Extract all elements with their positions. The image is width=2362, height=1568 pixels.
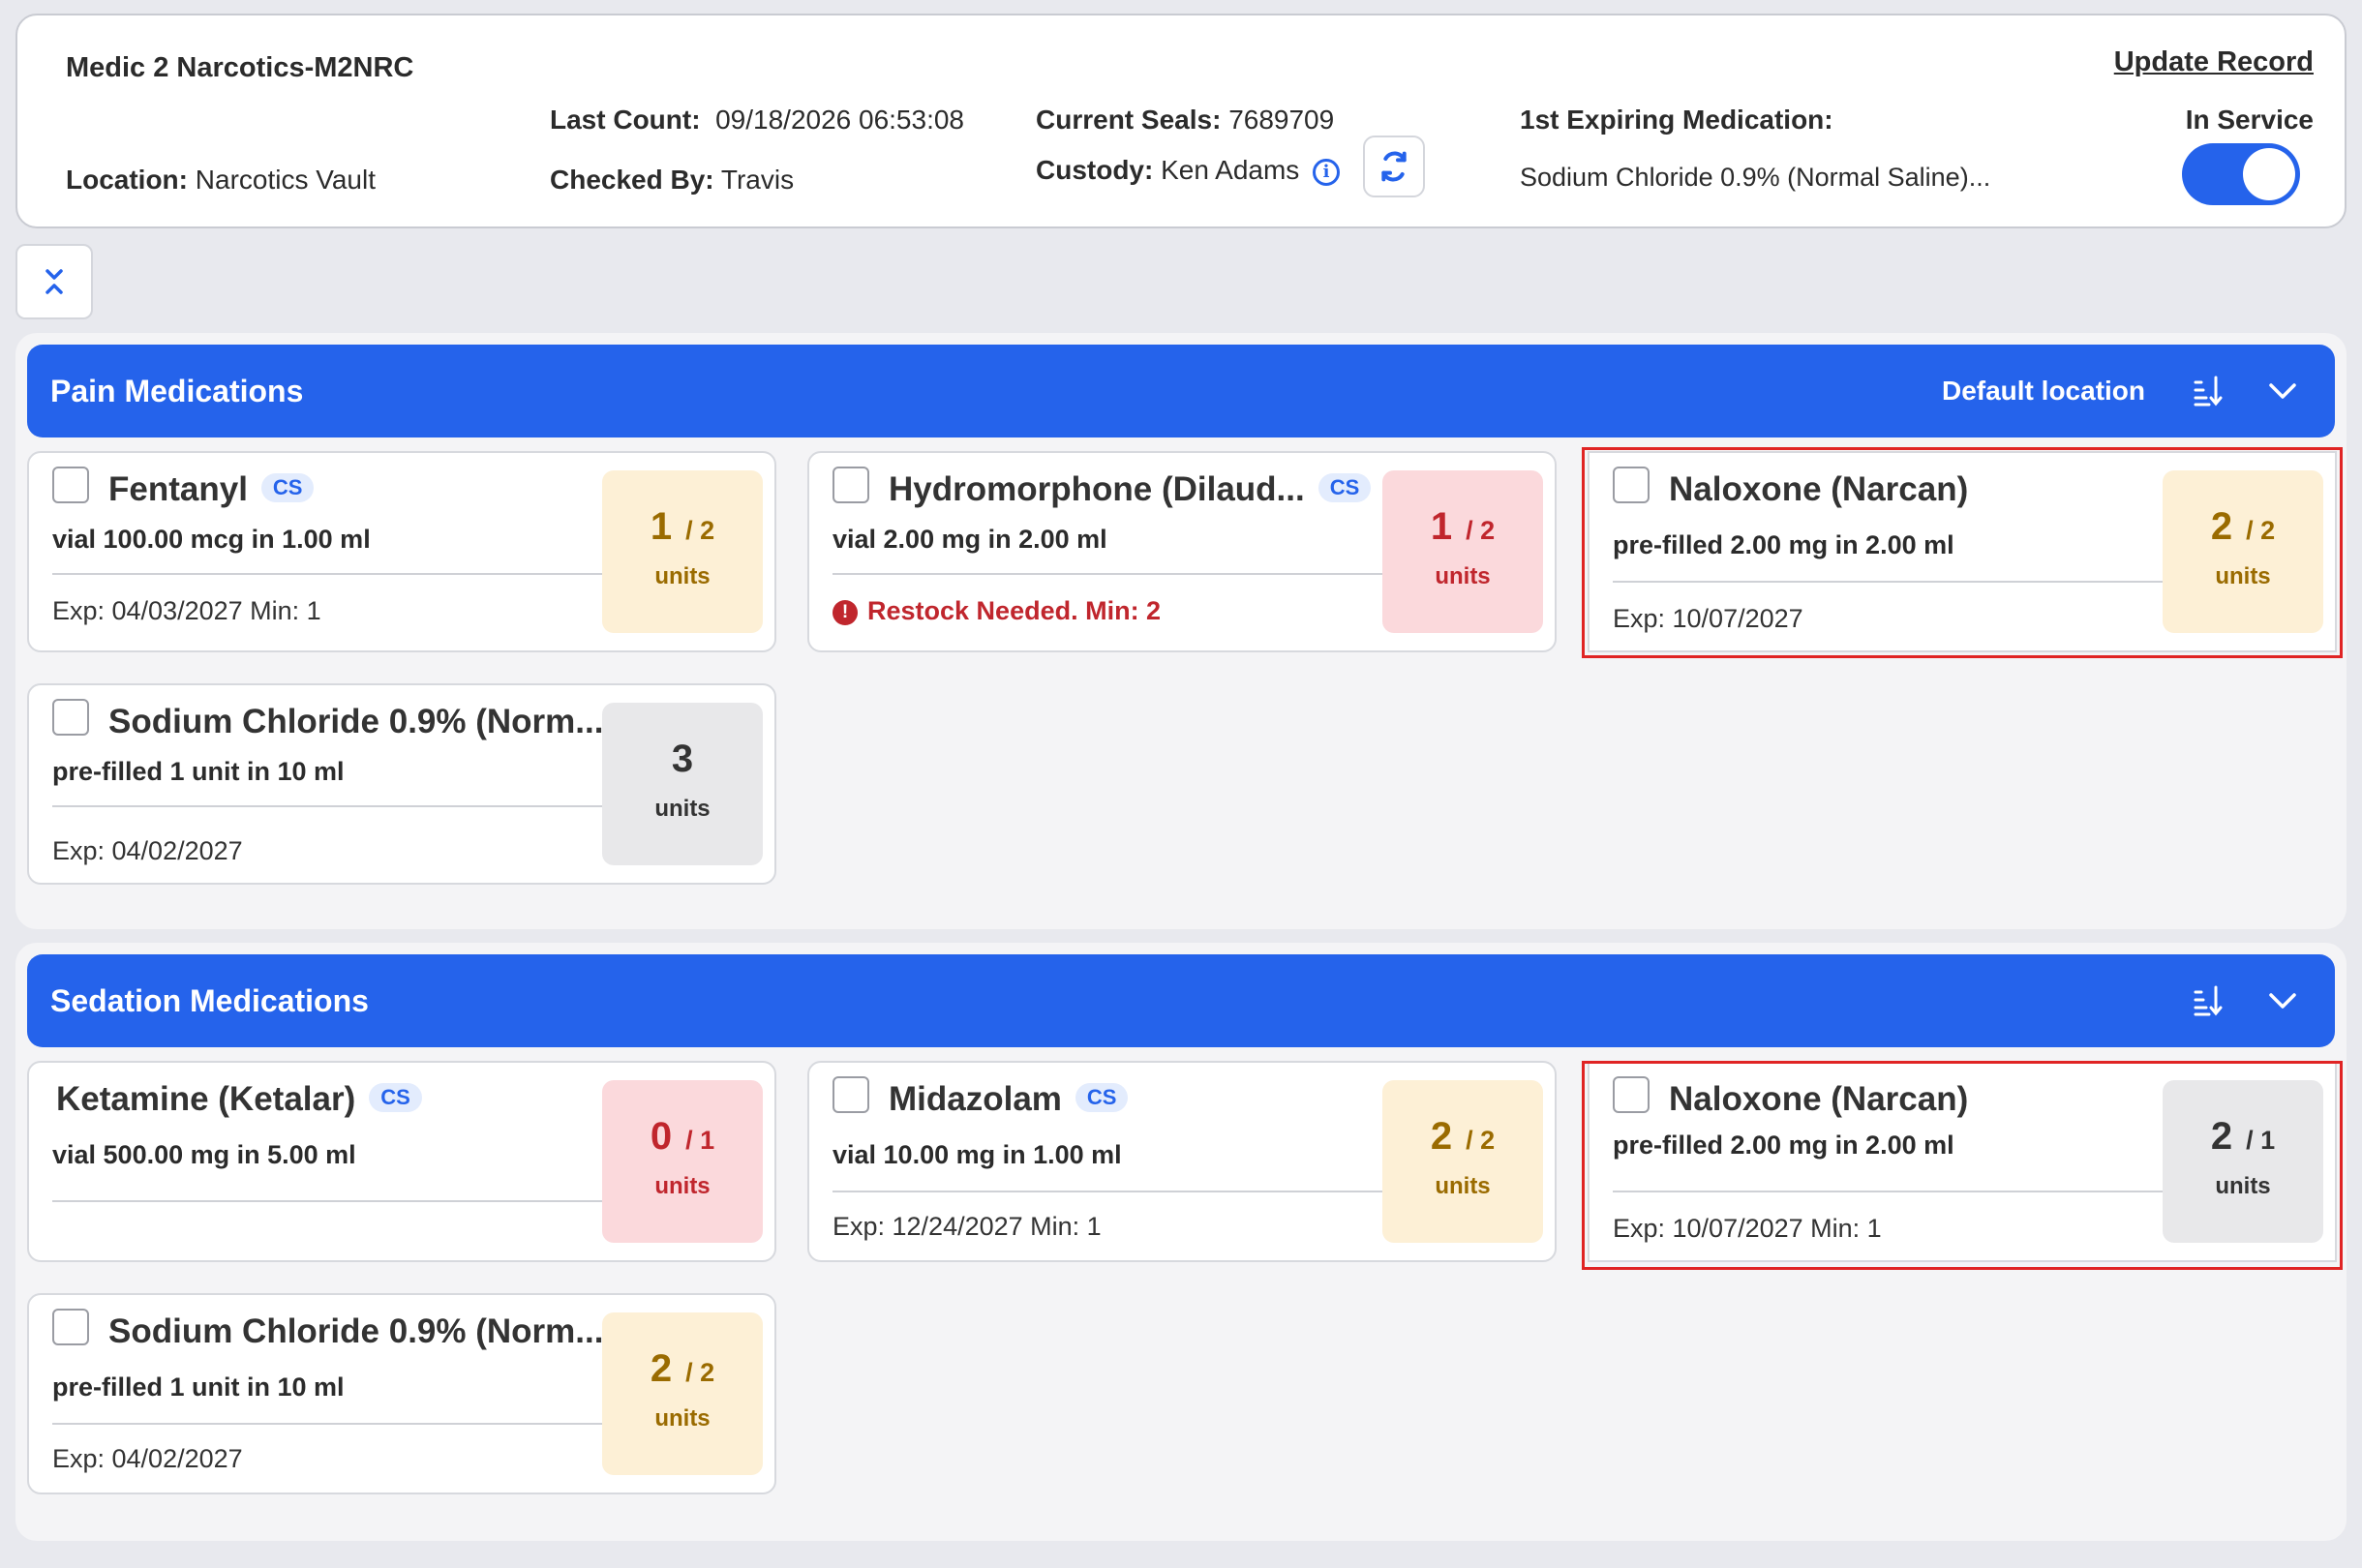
divider — [52, 805, 610, 807]
section-header[interactable]: Sedation Medications — [27, 954, 2335, 1047]
cs-badge: CS — [1317, 473, 1372, 502]
select-checkbox[interactable] — [52, 1309, 89, 1345]
medication-card[interactable]: Fentanyl CS vial 100.00 mcg in 1.00 ml Ex… — [27, 451, 776, 652]
unit-header: Medic 2 Narcotics-M2NRC Location: Narcot… — [15, 14, 2347, 228]
section-header[interactable]: Pain Medications Default location — [27, 345, 2335, 437]
unit-name: Medic 2 Narcotics-M2NRC — [66, 52, 414, 83]
refresh-icon — [1381, 151, 1407, 182]
expiration: Exp: 04/02/2027 — [52, 836, 243, 865]
medication-name: Sodium Chloride 0.9% (Norm... — [108, 1312, 604, 1350]
divider — [833, 573, 1390, 575]
divider — [833, 1191, 1390, 1192]
section-sedation-medications: Sedation Medications Ketamine (Ketalar) C… — [15, 943, 2347, 1541]
divider — [1613, 1191, 2170, 1192]
dose: vial 2.00 mg in 2.00 ml — [833, 525, 1107, 554]
medication-name: Ketamine (Ketalar) CS — [56, 1080, 422, 1119]
quantity-badge: 2/ 2 units — [602, 1312, 763, 1475]
section-title: Sedation Medications — [50, 983, 369, 1018]
expiration: Exp: 04/03/2027 Min: 1 — [52, 596, 321, 625]
medication-card[interactable]: Midazolam CS vial 10.00 mg in 1.00 ml Exp… — [807, 1061, 1557, 1262]
quantity-badge: 2/ 2 units — [1382, 1080, 1543, 1243]
first-expiring-value: Sodium Chloride 0.9% (Normal Saline)... — [1520, 163, 1991, 192]
expiration: Exp: 04/02/2027 — [52, 1444, 243, 1473]
divider — [1613, 581, 2170, 583]
medication-name: Fentanyl CS — [108, 470, 315, 509]
quantity-badge: 1/ 2 units — [602, 470, 763, 633]
restock-warning: ! Restock Needed. Min: 2 — [833, 596, 1161, 626]
medication-card[interactable]: Naloxone (Narcan) pre-filled 2.00 mg in … — [1588, 1061, 2337, 1262]
info-icon[interactable]: i — [1313, 159, 1340, 186]
collapse-all-icon — [45, 269, 63, 294]
dose: pre-filled 1 unit in 10 ml — [52, 757, 345, 786]
default-location-label[interactable]: Default location — [1942, 376, 2145, 407]
alert-icon: ! — [833, 600, 858, 625]
medication-card[interactable]: Sodium Chloride 0.9% (Norm... pre-filled… — [27, 683, 776, 885]
select-checkbox[interactable] — [1613, 1076, 1650, 1113]
sort-icon[interactable] — [2190, 374, 2225, 408]
in-service-label: In Service — [2185, 105, 2314, 135]
checked-by: Checked By: Travis — [550, 165, 795, 195]
sort-icon[interactable] — [2190, 983, 2225, 1018]
select-checkbox[interactable] — [833, 467, 869, 503]
dose: vial 100.00 mcg in 1.00 ml — [52, 525, 371, 554]
medication-card[interactable]: Ketamine (Ketalar) CS vial 500.00 mg in 5… — [27, 1061, 776, 1262]
first-expiring-label: 1st Expiring Medication: — [1520, 105, 1833, 135]
location: Location: Narcotics Vault — [66, 165, 376, 195]
dose: pre-filled 1 unit in 10 ml — [52, 1372, 345, 1402]
dose: vial 10.00 mg in 1.00 ml — [833, 1140, 1122, 1169]
select-checkbox[interactable] — [52, 699, 89, 736]
medication-name: Naloxone (Narcan) — [1669, 1080, 1969, 1118]
medication-card[interactable]: Naloxone (Narcan) pre-filled 2.00 mg in … — [1588, 451, 2337, 652]
last-count: Last Count: 09/18/2026 06:53:08 — [550, 105, 965, 135]
cs-badge: CS — [1075, 1083, 1129, 1112]
medication-card[interactable]: Hydromorphone (Dilaud... CS vial 2.00 mg … — [807, 451, 1557, 652]
custody: Custody: Ken Adams — [1036, 155, 1300, 185]
medication-name: Hydromorphone (Dilaud... CS — [889, 470, 1372, 509]
expiration: Exp: 10/07/2027 Min: 1 — [1613, 1214, 1882, 1243]
collapse-all-button[interactable] — [15, 244, 93, 319]
select-checkbox[interactable] — [52, 467, 89, 503]
divider — [52, 1200, 610, 1202]
quantity-badge: 3 units — [602, 703, 763, 865]
medication-name: Naloxone (Narcan) — [1669, 470, 1969, 508]
cs-badge: CS — [260, 473, 315, 502]
dose: vial 500.00 mg in 5.00 ml — [52, 1140, 356, 1169]
dose: pre-filled 2.00 mg in 2.00 ml — [1613, 530, 1954, 559]
refresh-button[interactable] — [1363, 136, 1425, 197]
expiration: Exp: 12/24/2027 Min: 1 — [833, 1212, 1102, 1241]
update-record-link[interactable]: Update Record — [2114, 46, 2314, 78]
medication-name: Sodium Chloride 0.9% (Norm... — [108, 703, 604, 740]
section-title: Pain Medications — [50, 374, 304, 408]
toggle-knob — [2243, 148, 2295, 200]
select-checkbox[interactable] — [833, 1076, 869, 1113]
cs-badge: CS — [369, 1083, 422, 1112]
divider — [52, 573, 610, 575]
dose: pre-filled 2.00 mg in 2.00 ml — [1613, 1131, 1954, 1160]
select-checkbox[interactable] — [1613, 467, 1650, 503]
section-pain-medications: Pain Medications Default location Fentan… — [15, 333, 2347, 929]
current-seals: Current Seals: 7689709 — [1036, 105, 1335, 135]
expiration: Exp: 10/07/2027 — [1613, 604, 1803, 633]
medication-name: Midazolam CS — [889, 1080, 1129, 1119]
quantity-badge: 2/ 2 units — [2163, 470, 2323, 633]
chevron-down-icon[interactable] — [2265, 374, 2300, 408]
quantity-badge: 0/ 1 units — [602, 1080, 763, 1243]
quantity-badge: 1/ 2 units — [1382, 470, 1543, 633]
divider — [52, 1423, 610, 1425]
quantity-badge: 2/ 1 units — [2163, 1080, 2323, 1243]
in-service-toggle[interactable] — [2182, 143, 2300, 205]
medication-card[interactable]: Sodium Chloride 0.9% (Norm... pre-filled… — [27, 1293, 776, 1494]
chevron-down-icon[interactable] — [2265, 983, 2300, 1018]
